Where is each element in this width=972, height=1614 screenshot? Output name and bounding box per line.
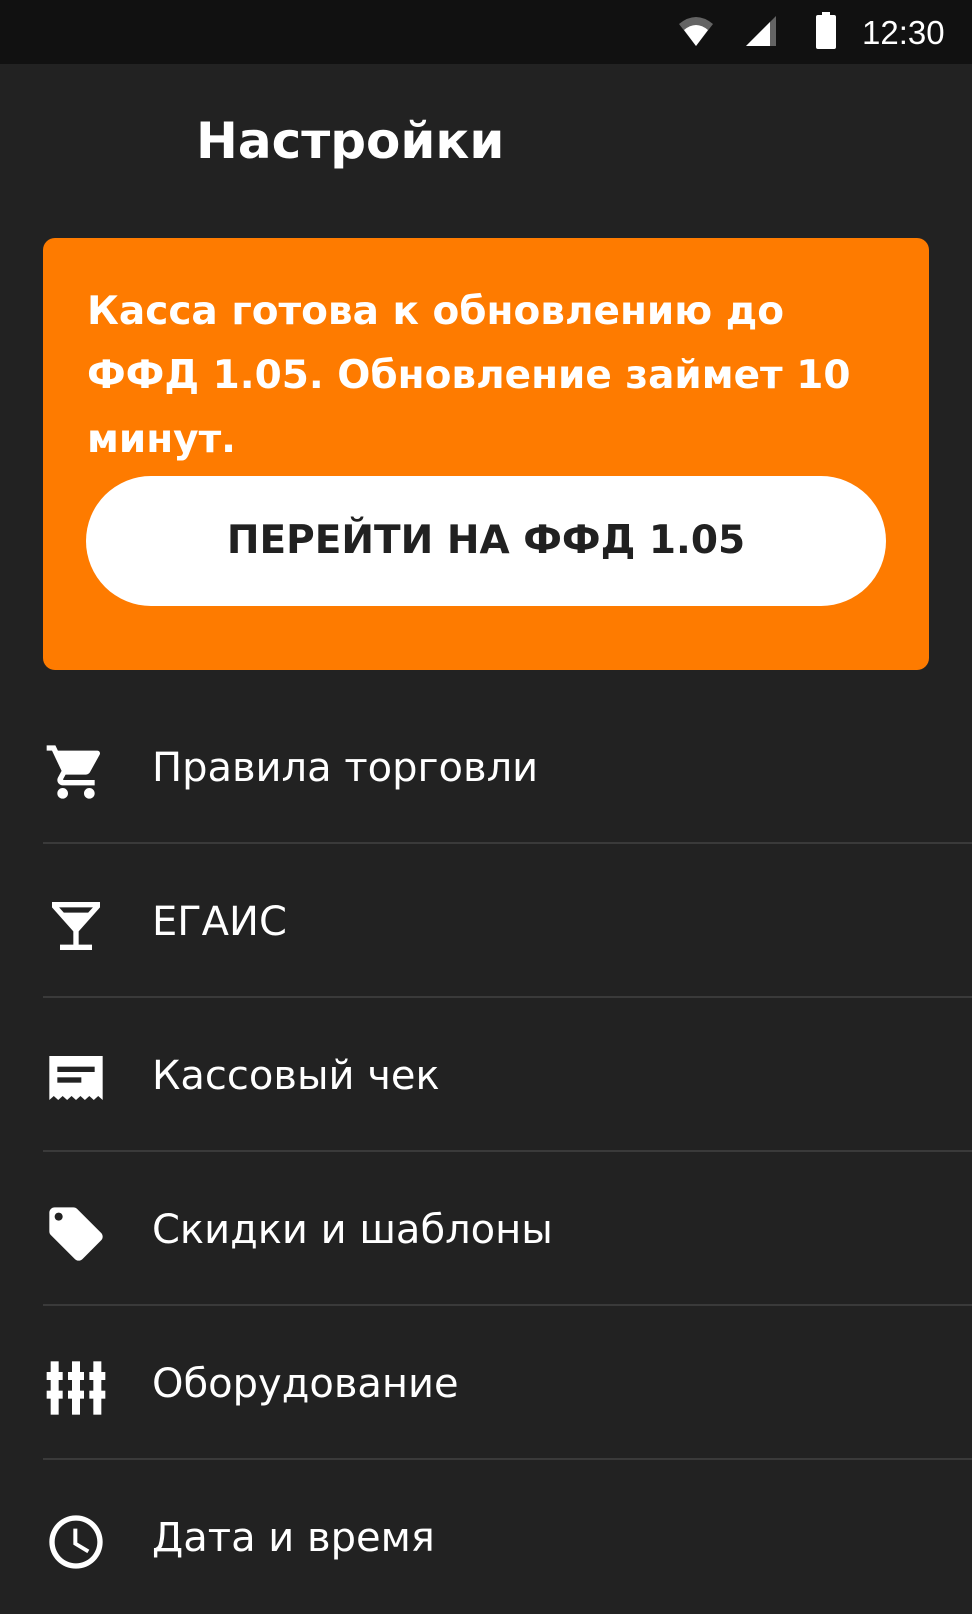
cart-icon bbox=[44, 740, 108, 804]
menu-item-discounts[interactable]: Скидки и шаблоны bbox=[0, 1152, 972, 1306]
status-time: 12:30 bbox=[862, 14, 945, 51]
receipt-icon bbox=[44, 1048, 108, 1112]
menu-item-label: ЕГАИС bbox=[152, 899, 287, 945]
battery-icon bbox=[815, 12, 837, 55]
clock-icon bbox=[44, 1510, 108, 1574]
update-message: Касса готова к обновлению до ФФД 1.05. О… bbox=[87, 289, 851, 462]
menu-item-label: Скидки и шаблоны bbox=[152, 1207, 553, 1253]
menu-item-trade-rules[interactable]: Правила торговли bbox=[0, 690, 972, 844]
settings-menu: Правила торговли ЕГАИС Кассовый чек Скид… bbox=[0, 690, 972, 1614]
menu-item-egais[interactable]: ЕГАИС bbox=[0, 844, 972, 998]
menu-item-receipt[interactable]: Кассовый чек bbox=[0, 998, 972, 1152]
wifi-icon bbox=[678, 16, 714, 53]
menu-item-label: Кассовый чек bbox=[152, 1053, 440, 1099]
cocktail-glass-icon bbox=[44, 894, 108, 958]
menu-item-label: Дата и время bbox=[152, 1515, 435, 1561]
ffd-update-card: Касса готова к обновлению до ФФД 1.05. О… bbox=[43, 238, 929, 670]
menu-item-label: Оборудование bbox=[152, 1361, 459, 1407]
menu-item-date-time[interactable]: Дата и время bbox=[0, 1460, 972, 1614]
tag-icon bbox=[44, 1202, 108, 1266]
signal-icon bbox=[744, 16, 778, 53]
menu-item-equipment[interactable]: Оборудование bbox=[0, 1306, 972, 1460]
status-bar: 12:30 bbox=[0, 0, 972, 64]
menu-item-label: Правила торговли bbox=[152, 745, 539, 791]
equalizer-icon bbox=[44, 1356, 108, 1420]
switch-ffd-button[interactable]: ПЕРЕЙТИ НА ФФД 1.05 bbox=[86, 476, 886, 606]
page-title: Настройки bbox=[196, 112, 505, 170]
